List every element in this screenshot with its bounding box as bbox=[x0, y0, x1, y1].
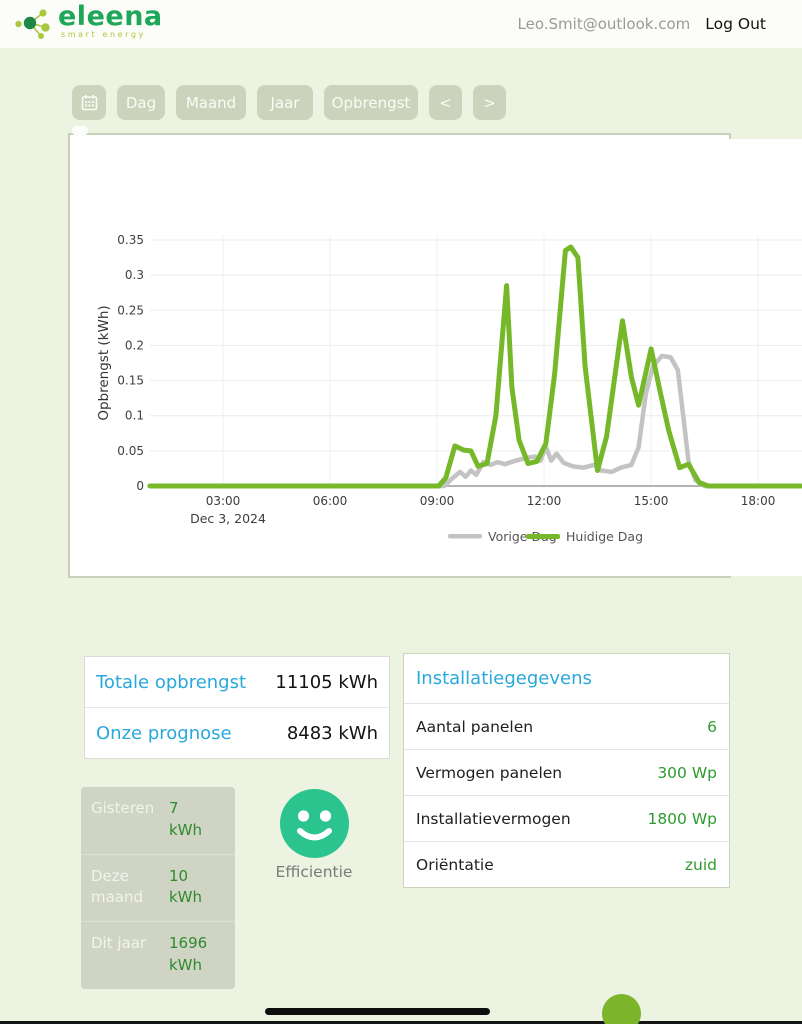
total-yield-value: 11105 kWh bbox=[275, 672, 378, 693]
yield-chart-svg: 0 0.05 0.1 0.15 0.2 0.25 0.3 0.35 03:00 Dec 3, 20… bbox=[70, 139, 802, 576]
tab-opbrengst[interactable]: Opbrengst bbox=[324, 85, 418, 120]
prognosis-value: 8483 kWh bbox=[287, 723, 378, 744]
stats-value: 1696kWh bbox=[169, 933, 207, 977]
stats-value: 7kWh bbox=[169, 798, 202, 842]
calendar-button[interactable] bbox=[72, 85, 106, 120]
calendar-icon bbox=[81, 94, 98, 111]
x-date-label: Dec 3, 2024 bbox=[190, 511, 266, 526]
yield-chart: 0 0.05 0.1 0.15 0.2 0.25 0.3 0.35 03:00 Dec 3, 20… bbox=[70, 139, 802, 576]
tab-jaar[interactable]: Jaar bbox=[257, 85, 313, 120]
y-tick-label: 0 bbox=[136, 479, 144, 493]
app-page: eleena smart energy Leo.Smit@outlook.com… bbox=[0, 0, 802, 1024]
y-axis-title: Opbrengst (kWh) bbox=[96, 305, 112, 420]
x-tick-label: 12:00 bbox=[527, 494, 562, 508]
y-tick-label: 0.3 bbox=[125, 268, 144, 282]
tab-dag[interactable]: Dag bbox=[117, 85, 165, 120]
next-period-button[interactable]: > bbox=[473, 85, 506, 120]
stats-label: Dit jaar bbox=[91, 933, 169, 977]
logo-mark-icon bbox=[14, 3, 54, 45]
install-value: 6 bbox=[707, 718, 717, 736]
logout-link[interactable]: Log Out bbox=[705, 15, 766, 33]
total-yield-label: Totale opbrengst bbox=[96, 672, 246, 693]
user-email: Leo.Smit@outlook.com bbox=[518, 15, 691, 33]
smiley-circle bbox=[280, 789, 349, 858]
x-tick-label: 18:00 bbox=[741, 494, 776, 508]
y-tick-label: 0.1 bbox=[125, 409, 144, 423]
tab-maand[interactable]: Maand bbox=[176, 85, 246, 120]
prognosis-label: Onze prognose bbox=[96, 723, 232, 744]
efficiency-widget: Efficientie bbox=[268, 789, 360, 881]
install-row-install-power: Installatievermogen 1800 Wp bbox=[404, 795, 729, 841]
stats-row-yesterday: Gisteren 7kWh bbox=[81, 787, 235, 854]
legend-label: Huidige Dag bbox=[566, 529, 643, 544]
period-toolbar: Dag Maand Jaar Opbrengst < > bbox=[72, 85, 506, 120]
yield-summary-card: Totale opbrengst 11105 kWh Onze prognose… bbox=[84, 656, 390, 759]
install-label: Aantal panelen bbox=[416, 718, 533, 736]
y-tick-label: 0.15 bbox=[117, 374, 144, 388]
stats-value: 10kWh bbox=[169, 866, 202, 910]
y-tick-label: 0.35 bbox=[117, 233, 144, 247]
stats-row-this-year: Dit jaar 1696kWh bbox=[81, 921, 235, 989]
chart-panel-tab bbox=[72, 126, 88, 135]
y-tick-label: 0.25 bbox=[117, 303, 144, 317]
summary-row-total: Totale opbrengst 11105 kWh bbox=[85, 657, 389, 707]
legend-swatch bbox=[526, 534, 560, 539]
x-tick-label: 03:00 bbox=[206, 494, 241, 508]
home-indicator[interactable] bbox=[265, 1008, 490, 1015]
install-row-panels: Aantal panelen 6 bbox=[404, 704, 729, 749]
header-right: Leo.Smit@outlook.com Log Out bbox=[518, 15, 766, 33]
logo-text: eleena smart energy bbox=[58, 3, 163, 39]
installation-title: Installatiegegevens bbox=[404, 654, 729, 704]
smiley-icon bbox=[280, 789, 349, 858]
history-stats-box: Gisteren 7kWh Deze maand 10kWh Dit jaar … bbox=[81, 787, 235, 989]
stats-row-this-month: Deze maand 10kWh bbox=[81, 854, 235, 922]
efficiency-label: Efficientie bbox=[276, 863, 353, 881]
y-tick-label: 0.2 bbox=[125, 338, 144, 352]
logo: eleena smart energy bbox=[14, 3, 163, 45]
prev-period-button[interactable]: < bbox=[429, 85, 462, 120]
stats-label: Gisteren bbox=[91, 798, 169, 842]
floating-green-dot[interactable] bbox=[602, 994, 641, 1024]
logo-name: eleena bbox=[58, 3, 163, 30]
summary-row-prognosis: Onze prognose 8483 kWh bbox=[85, 707, 389, 758]
install-value: 1800 Wp bbox=[647, 810, 717, 828]
install-value: zuid bbox=[685, 856, 717, 874]
x-tick-label: 09:00 bbox=[420, 494, 455, 508]
chart-background bbox=[70, 139, 802, 576]
header: eleena smart energy Leo.Smit@outlook.com… bbox=[0, 0, 802, 48]
stats-label: Deze maand bbox=[91, 866, 169, 910]
install-row-panel-power: Vermogen panelen 300 Wp bbox=[404, 749, 729, 795]
x-tick-label: 15:00 bbox=[634, 494, 669, 508]
install-row-orientation: Oriëntatie zuid bbox=[404, 841, 729, 887]
installation-card: Installatiegegevens Aantal panelen 6 Ver… bbox=[403, 653, 730, 888]
legend-swatch bbox=[448, 534, 482, 539]
install-label: Oriëntatie bbox=[416, 856, 494, 874]
y-tick-label: 0.05 bbox=[117, 444, 144, 458]
logo-tagline: smart energy bbox=[61, 31, 163, 39]
install-label: Vermogen panelen bbox=[416, 764, 562, 782]
x-tick-label: 06:00 bbox=[313, 494, 348, 508]
install-value: 300 Wp bbox=[657, 764, 717, 782]
install-label: Installatievermogen bbox=[416, 810, 571, 828]
